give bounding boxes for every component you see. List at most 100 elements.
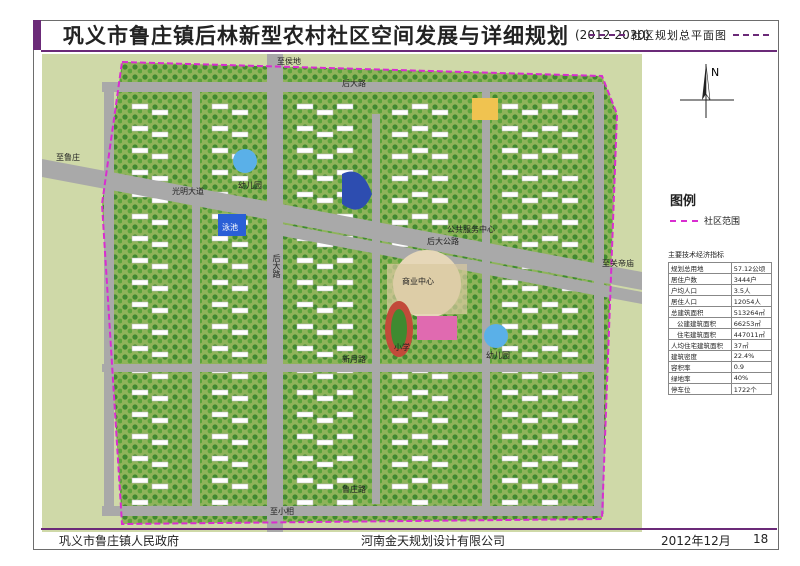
tech-table-row: 规划总用地 57.12公顷 [668, 262, 773, 274]
residential-building [561, 241, 579, 248]
tech-label: 停车位 [668, 383, 732, 395]
tech-table-row: 人均住宅建筑面积 37㎡ [668, 339, 773, 351]
residential-building [231, 285, 249, 292]
tech-table-row: 建筑密度 22.4% [668, 350, 773, 362]
residential-building [131, 257, 149, 264]
residential-building [231, 395, 249, 402]
residential-building [561, 395, 579, 402]
residential-building [541, 169, 559, 176]
residential-building [501, 235, 519, 242]
residential-building [541, 301, 559, 308]
residential-building [411, 147, 429, 154]
tech-table: 规划总用地 57.12公顷 居住户数 3444户 户均人口 3.5人 居住人口 12054人总… [668, 262, 773, 395]
residential-building [336, 301, 354, 308]
residential-building [501, 213, 519, 220]
residential-building [231, 373, 249, 380]
residential-building [316, 131, 334, 138]
tech-value: 37㎡ [730, 339, 773, 351]
residential-building [391, 131, 409, 138]
residential-building [501, 169, 519, 176]
residential-building [501, 455, 519, 462]
residential-building [501, 389, 519, 396]
tech-label: 绿地率 [668, 372, 732, 384]
tech-value: 66253㎡ [730, 317, 773, 329]
road-north-south [267, 54, 283, 532]
residential-building [521, 395, 539, 402]
residential-building [336, 103, 354, 110]
side-panel: N 图例 社区范围 主要技术经济指标 规划总用地 57.12公顷 居住户数 3444户… [648, 54, 773, 532]
residential-building [316, 483, 334, 490]
residential-building [231, 461, 249, 468]
residential-building [211, 235, 229, 242]
tech-value: 3444户 [730, 273, 773, 285]
label-commercial: 商业中心 [402, 277, 434, 286]
residential-building [411, 411, 429, 418]
residential-building [501, 125, 519, 132]
residential-building [131, 169, 149, 176]
residential-building [336, 257, 354, 264]
residential-building [231, 417, 249, 424]
residential-building [336, 125, 354, 132]
residential-building [296, 345, 314, 352]
main-title: 巩义市鲁庄镇后林新型农村社区空间发展与详细规划 [63, 23, 569, 48]
road-inner-ns [372, 114, 380, 504]
label-north: 至侯地 [277, 57, 301, 66]
tech-table-row: 停车位 1722个 [668, 383, 773, 395]
residential-building [231, 439, 249, 446]
residential-building [541, 103, 559, 110]
residential-building [521, 285, 539, 292]
residential-building [541, 323, 559, 330]
residential-building [541, 191, 559, 198]
residential-building [336, 279, 354, 286]
residential-building [391, 197, 409, 204]
residential-building [211, 455, 229, 462]
residential-building [296, 323, 314, 330]
residential-building [501, 103, 519, 110]
residential-building [211, 323, 229, 330]
residential-building [151, 439, 169, 446]
residential-building [391, 109, 409, 116]
residential-building [151, 241, 169, 248]
residential-building [151, 417, 169, 424]
residential-building [521, 351, 539, 358]
residential-building [431, 373, 449, 380]
tech-label: 户均人口 [668, 284, 732, 296]
residential-building [561, 131, 579, 138]
residential-building [501, 301, 519, 308]
residential-building [431, 483, 449, 490]
residential-building [151, 461, 169, 468]
residential-building [391, 483, 409, 490]
residential-building [391, 153, 409, 160]
residential-building [131, 389, 149, 396]
residential-building [131, 499, 149, 506]
residential-building [316, 197, 334, 204]
tech-table-row: 容积率 0.9 [668, 361, 773, 373]
residential-building [541, 389, 559, 396]
label-north-road: 后大路 [342, 79, 366, 88]
residential-building [391, 175, 409, 182]
tech-value: 57.12公顷 [730, 262, 773, 274]
residential-building [561, 109, 579, 116]
residential-building [541, 477, 559, 484]
residential-building [541, 125, 559, 132]
legend-item-label: 社区范围 [704, 217, 741, 227]
label-service: 公共服务中心 [447, 225, 495, 234]
footer-date: 2012年12月 [661, 534, 731, 548]
residential-building [521, 219, 539, 226]
residential-building [151, 307, 169, 314]
label-south: 至小相 [270, 507, 294, 516]
tech-value: 513264㎡ [730, 306, 773, 318]
road-inner-ew [102, 364, 602, 372]
residential-building [431, 219, 449, 226]
residential-building [431, 197, 449, 204]
residential-building [296, 389, 314, 396]
residential-building [296, 433, 314, 440]
footer-designer: 河南金天规划设计有限公司 [361, 534, 506, 548]
residential-building [336, 433, 354, 440]
tech-label: 居住人口 [668, 295, 732, 307]
residential-building [541, 147, 559, 154]
residential-building [541, 433, 559, 440]
tech-label: 人均住宅建筑面积 [668, 339, 732, 351]
tech-indicators: 主要技术经济指标 规划总用地 57.12公顷 居住户数 3444户 户均人口 3.5人 居住… [668, 250, 773, 395]
residential-building [541, 411, 559, 418]
